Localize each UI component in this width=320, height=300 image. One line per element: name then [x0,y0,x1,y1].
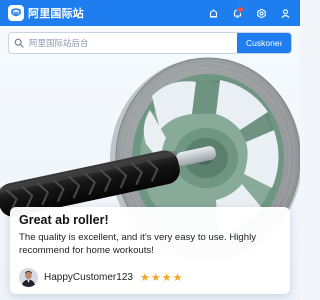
star-icon: ★ [150,271,161,284]
review-card: Great ab roller! The quality is excellen… [10,207,290,294]
notification-dot [237,6,244,13]
reviewer-name: HappyCustomer123 [44,272,133,283]
brand-name: 阿里国际站 [28,8,84,20]
top-bar: 阿里国际站 [0,0,300,26]
search-button[interactable]: Cuskoneı [237,33,291,53]
search-bar: Cuskoneı [8,32,292,54]
settings-icon[interactable] [255,7,267,19]
top-icons [207,6,294,19]
search-icon [9,33,29,53]
search-input[interactable] [29,33,237,53]
reviewer: HappyCustomer123 ★ ★ ★ ★ [19,268,182,287]
star-icon: ★ [172,271,183,284]
star-rating: ★ ★ ★ ★ [140,272,183,283]
profile-icon[interactable] [279,7,291,19]
brand[interactable]: 阿里国际站 [8,5,84,21]
home-icon[interactable] [207,7,219,19]
review-title: Great ab roller! [19,213,109,227]
star-icon: ★ [161,271,172,284]
bell-icon[interactable] [231,6,244,19]
star-icon: ★ [139,271,150,284]
alibaba-logo-icon [8,5,24,21]
review-text: The quality is excellent, and it's very … [19,232,256,256]
avatar[interactable] [19,268,38,287]
app-page: 阿里国际站 阿里国际站后台 Cuskoneı Great ab roller! … [0,0,300,300]
